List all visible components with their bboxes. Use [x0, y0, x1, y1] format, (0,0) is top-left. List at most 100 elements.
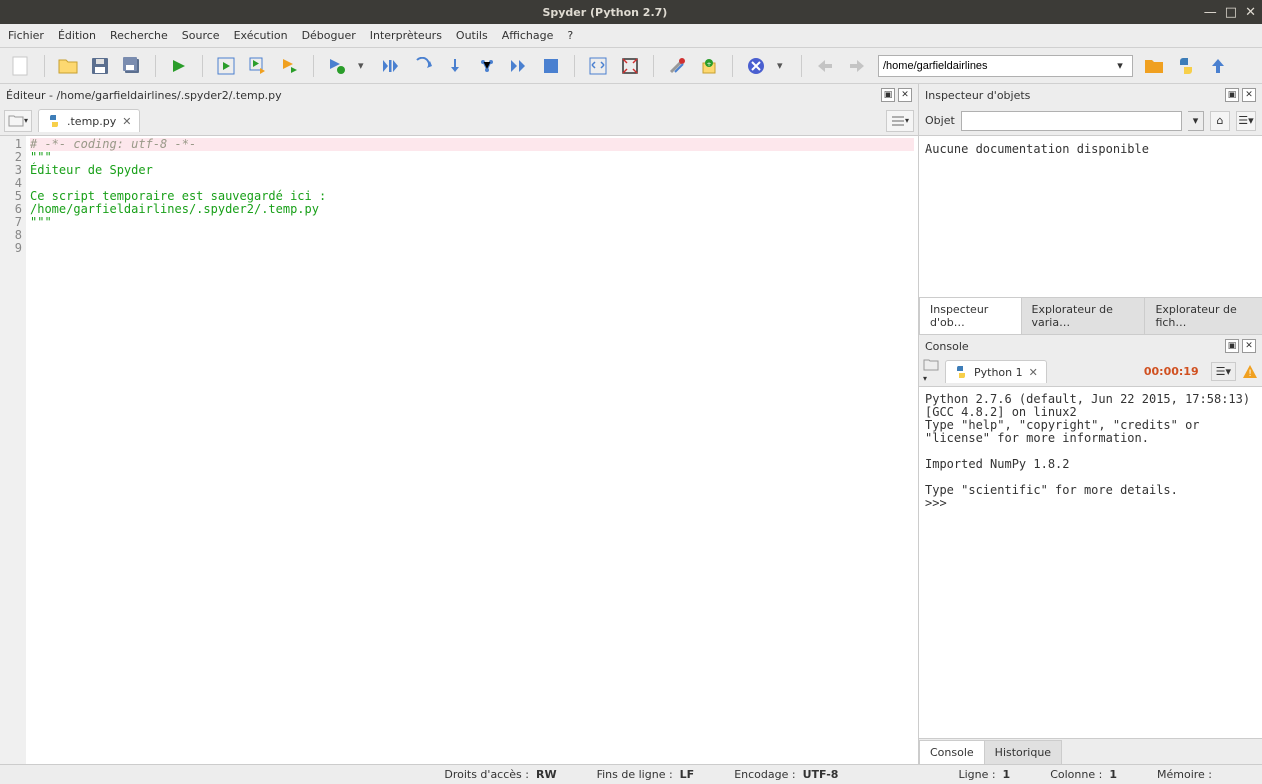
forward-icon[interactable]: [846, 55, 868, 77]
tab-temp-py[interactable]: .temp.py ✕: [38, 109, 140, 132]
editor-header: Éditeur - /home/garfieldairlines/.spyder…: [0, 84, 918, 106]
menu-recherche[interactable]: Recherche: [110, 29, 168, 42]
window-controls: — □ ✕: [1204, 5, 1256, 20]
console-time: 00:00:19: [1144, 365, 1199, 378]
save-icon[interactable]: [89, 55, 111, 77]
objet-input[interactable]: [961, 111, 1182, 131]
save-all-icon[interactable]: [121, 55, 143, 77]
menu-source[interactable]: Source: [182, 29, 220, 42]
tab-historique[interactable]: Historique: [984, 740, 1062, 764]
menubar: Fichier Édition Recherche Source Exécuti…: [0, 24, 1262, 48]
browse-folder-icon[interactable]: [1143, 55, 1165, 77]
tab-close-icon[interactable]: ✕: [122, 115, 131, 128]
debug-stop-icon[interactable]: [540, 55, 562, 77]
debug-step-over-icon[interactable]: [444, 55, 466, 77]
menu-fichier[interactable]: Fichier: [8, 29, 44, 42]
window-title: Spyder (Python 2.7): [6, 6, 1204, 19]
run-selection-icon[interactable]: [279, 55, 301, 77]
file-browser-button[interactable]: ▾: [4, 110, 32, 132]
menu-execution[interactable]: Exécution: [234, 29, 288, 42]
tools-icon[interactable]: [745, 55, 767, 77]
inspector-header-label: Inspecteur d'objets: [925, 89, 1030, 102]
menu-outils[interactable]: Outils: [456, 29, 488, 42]
open-file-icon[interactable]: [57, 55, 79, 77]
col-value: 1: [1109, 768, 1117, 781]
python-file-icon: [47, 114, 61, 128]
close-button[interactable]: ✕: [1245, 5, 1256, 20]
console-tabbar: ▾ Python 1 ✕ 00:00:19 ☰▾ !: [919, 357, 1262, 387]
editor-options-button[interactable]: ▾: [886, 110, 914, 132]
tab-fichiers[interactable]: Explorateur de fich…: [1144, 297, 1262, 334]
enc-label: Encodage :: [734, 768, 795, 781]
menu-interpreteurs[interactable]: Interprèteurs: [370, 29, 442, 42]
working-directory[interactable]: ▾: [878, 55, 1133, 77]
console-tab-label: Python 1: [974, 366, 1023, 379]
tab-variables[interactable]: Explorateur de varia…: [1021, 297, 1146, 334]
editor-tabbar: ▾ .temp.py ✕ ▾: [0, 106, 918, 136]
console-output[interactable]: Python 2.7.6 (default, Jun 22 2015, 17:5…: [919, 387, 1262, 738]
inspector-header: Inspecteur d'objets ▣ ✕: [919, 84, 1262, 106]
tab-console[interactable]: Console: [919, 740, 985, 764]
fullscreen-icon[interactable]: [619, 55, 641, 77]
mem-label: Mémoire :: [1157, 768, 1212, 781]
menu-edition[interactable]: Édition: [58, 29, 96, 42]
console-close-button[interactable]: ✕: [1242, 339, 1256, 353]
parent-dir-icon[interactable]: [1207, 55, 1229, 77]
code-area[interactable]: # -*- coding: utf-8 -*-"""Éditeur de Spy…: [26, 136, 918, 764]
maximize-button[interactable]: □: [1225, 5, 1237, 20]
titlebar: Spyder (Python 2.7) — □ ✕: [0, 0, 1262, 24]
debug-icon[interactable]: [326, 55, 348, 77]
objet-dropdown-icon[interactable]: ▾: [1188, 111, 1204, 131]
debug-dropdown-icon[interactable]: ▾: [358, 59, 370, 72]
debug-step-out-icon[interactable]: [476, 55, 498, 77]
eol-label: Fins de ligne :: [597, 768, 673, 781]
editor-detach-button[interactable]: ▣: [881, 88, 895, 102]
back-icon[interactable]: [814, 55, 836, 77]
objet-options-button[interactable]: ☰▾: [1236, 111, 1256, 131]
doc-area: Aucune documentation disponible: [919, 136, 1262, 308]
debug-step-icon[interactable]: [380, 55, 402, 77]
line-value: 1: [1003, 768, 1011, 781]
editor-close-button[interactable]: ✕: [898, 88, 912, 102]
inspector-detach-button[interactable]: ▣: [1225, 88, 1239, 102]
line-label: Ligne :: [958, 768, 995, 781]
tools-dropdown-icon[interactable]: ▾: [777, 59, 789, 72]
perms-label: Droits d'accès :: [444, 768, 529, 781]
run-cell-advance-icon[interactable]: [247, 55, 269, 77]
maximize-pane-icon[interactable]: [587, 55, 609, 77]
inspector-close-button[interactable]: ✕: [1242, 88, 1256, 102]
tab-inspecteur[interactable]: Inspecteur d'ob…: [919, 297, 1022, 334]
tab-python-1[interactable]: Python 1 ✕: [945, 360, 1047, 383]
debug-continue-icon[interactable]: [508, 55, 530, 77]
statusbar: Droits d'accès : RW Fins de ligne : LF E…: [0, 764, 1262, 784]
svg-text:+: +: [706, 61, 711, 68]
line-gutter: 123456789: [0, 136, 26, 764]
menu-deboguer[interactable]: Déboguer: [302, 29, 356, 42]
minimize-button[interactable]: —: [1204, 5, 1217, 20]
console-header-label: Console: [925, 340, 969, 353]
console-options-button[interactable]: ☰▾: [1211, 362, 1236, 381]
console-detach-button[interactable]: ▣: [1225, 339, 1239, 353]
objet-label: Objet: [925, 114, 955, 127]
console-header: Console ▣ ✕: [919, 335, 1262, 357]
python-icon[interactable]: [1175, 55, 1197, 77]
console-browser-button[interactable]: ▾: [923, 359, 939, 384]
path-dropdown-icon[interactable]: ▾: [1112, 59, 1128, 72]
path-input[interactable]: [883, 60, 1112, 72]
run-icon[interactable]: [168, 55, 190, 77]
preferences-icon[interactable]: [666, 55, 688, 77]
col-label: Colonne :: [1050, 768, 1102, 781]
doc-text: Aucune documentation disponible: [925, 142, 1149, 156]
debug-step-into-icon[interactable]: [412, 55, 434, 77]
object-row: Objet ▾ ⌂ ☰▾: [919, 106, 1262, 136]
console-tab-close-icon[interactable]: ✕: [1029, 366, 1038, 379]
console-warning-icon[interactable]: !: [1242, 364, 1258, 380]
menu-help[interactable]: ?: [567, 29, 573, 42]
pythonpath-icon[interactable]: +: [698, 55, 720, 77]
code-editor[interactable]: 123456789 # -*- coding: utf-8 -*-"""Édit…: [0, 136, 918, 764]
tab-label: .temp.py: [67, 115, 116, 128]
new-file-icon[interactable]: [10, 55, 32, 77]
menu-affichage[interactable]: Affichage: [502, 29, 554, 42]
run-cell-icon[interactable]: [215, 55, 237, 77]
objet-home-button[interactable]: ⌂: [1210, 111, 1230, 131]
